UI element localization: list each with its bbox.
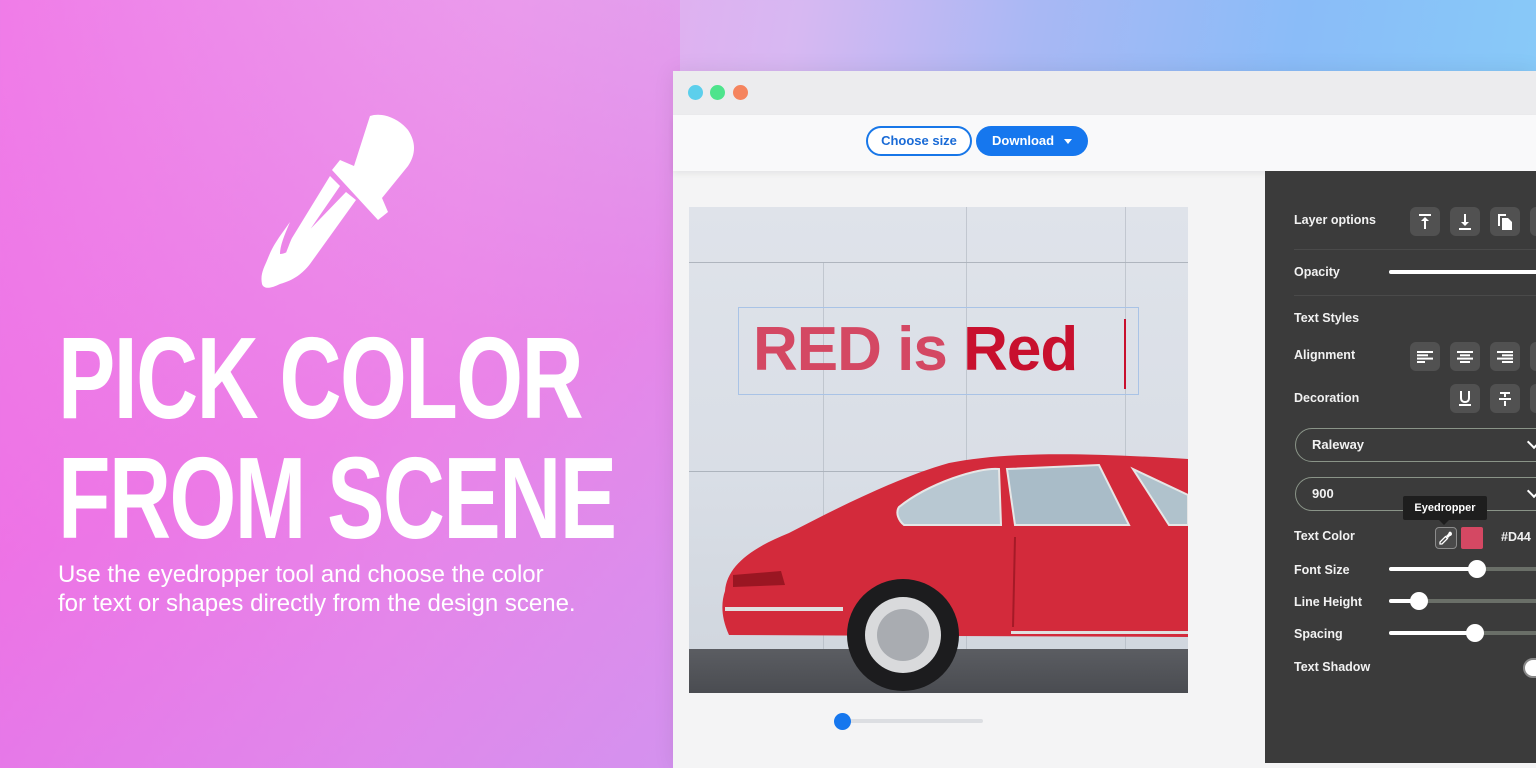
eyedropper-icon <box>250 108 430 298</box>
text-color-label: Text Color <box>1294 529 1355 543</box>
font-size-label: Font Size <box>1294 563 1350 577</box>
duplicate-icon <box>1498 213 1512 230</box>
editor-toolbar: Choose size Download <box>673 115 1536 171</box>
hero-title-line2: FROM SCENE <box>58 433 617 563</box>
text-color-swatch[interactable] <box>1461 527 1483 549</box>
font-size-slider[interactable] <box>1389 560 1536 578</box>
alignment-label: Alignment <box>1294 348 1356 362</box>
eyedropper-icon <box>1439 531 1452 545</box>
layer-options-label: Layer options <box>1294 213 1376 227</box>
spacing-slider-knob[interactable] <box>1466 624 1485 642</box>
line-height-label: Line Height <box>1294 595 1363 609</box>
canvas-zoom-slider[interactable] <box>834 713 983 730</box>
editor-window: Choose size Download RED is Red Layer op… <box>673 71 1536 768</box>
opacity-label: Opacity <box>1294 265 1340 279</box>
caret-down-icon <box>1064 139 1072 144</box>
download-button[interactable]: Download <box>976 126 1088 156</box>
align-center-icon <box>1457 350 1473 363</box>
font-size-slider-fill <box>1389 567 1477 571</box>
font-family-value: Raleway <box>1312 437 1365 452</box>
align-justify-button[interactable] <box>1530 342 1536 371</box>
window-dot-green[interactable] <box>710 85 725 100</box>
divider <box>1294 295 1536 296</box>
align-left-icon <box>1417 350 1433 363</box>
design-text-part2: Red <box>963 315 1078 384</box>
title-bar <box>673 71 1536 115</box>
download-label: Download <box>992 133 1055 148</box>
eyedropper-tooltip: Eyedropper <box>1403 496 1487 525</box>
hero-subtitle-line2: for text or shapes directly from the des… <box>58 590 576 617</box>
design-canvas[interactable]: RED is Red <box>689 207 1188 693</box>
zoom-slider-track <box>835 719 983 723</box>
design-text-layer[interactable]: RED is Red <box>753 311 1078 389</box>
strikethrough-icon <box>1499 391 1511 406</box>
text-shadow-label: Text Shadow <box>1294 660 1371 674</box>
choose-size-button[interactable]: Choose size <box>866 126 972 156</box>
window-dot-blue[interactable] <box>688 85 703 100</box>
text-shadow-toggle[interactable] <box>1523 658 1536 678</box>
align-left-button[interactable] <box>1410 342 1440 371</box>
underline-button[interactable] <box>1450 384 1480 413</box>
send-to-back-button[interactable] <box>1450 207 1480 236</box>
design-text-part1: RED is <box>753 315 964 384</box>
hero-title-line1: PICK COLOR <box>58 313 584 443</box>
chevron-down-icon <box>1526 434 1536 450</box>
text-color-hex[interactable]: #D44 <box>1501 530 1531 544</box>
strikethrough-button[interactable] <box>1490 384 1520 413</box>
duplicate-layer-button[interactable] <box>1490 207 1520 236</box>
text-styles-label: Text Styles <box>1294 311 1360 325</box>
underline-icon <box>1459 391 1471 406</box>
line-height-slider-knob[interactable] <box>1410 592 1429 610</box>
hero-subtitle-line1: Use the eyedropper tool and choose the c… <box>58 561 544 588</box>
opacity-slider[interactable] <box>1389 263 1536 281</box>
line-height-slider[interactable] <box>1389 592 1536 610</box>
decoration-more-button[interactable] <box>1530 384 1536 413</box>
hero-subtitle: Use the eyedropper tool and choose the c… <box>58 560 678 618</box>
hero-title: PICK COLOR FROM SCENE <box>58 313 617 563</box>
text-cursor <box>1124 319 1126 389</box>
font-size-slider-knob[interactable] <box>1468 560 1486 578</box>
layer-option-more-button[interactable] <box>1530 207 1536 236</box>
eyedropper-button[interactable] <box>1435 527 1457 549</box>
bring-to-front-icon <box>1419 213 1431 229</box>
spacing-slider[interactable] <box>1389 624 1536 642</box>
red-car-image <box>722 454 1188 691</box>
align-right-icon <box>1497 350 1513 363</box>
zoom-slider-knob[interactable] <box>834 713 852 730</box>
window-dot-orange[interactable] <box>733 85 748 100</box>
align-right-button[interactable] <box>1490 342 1520 371</box>
decoration-label: Decoration <box>1294 391 1360 405</box>
font-weight-value: 900 <box>1312 486 1334 501</box>
opacity-slider-fill <box>1389 270 1536 274</box>
spacing-slider-fill <box>1389 631 1476 635</box>
send-to-back-icon <box>1459 213 1471 230</box>
font-family-select[interactable]: Raleway <box>1295 428 1536 462</box>
properties-panel: Layer options Opacity Text Styles Alignm… <box>1265 171 1536 763</box>
divider <box>1294 249 1536 250</box>
spacing-label: Spacing <box>1294 627 1343 641</box>
align-center-button[interactable] <box>1450 342 1480 371</box>
chevron-down-icon <box>1526 483 1536 499</box>
bring-to-front-button[interactable] <box>1410 207 1440 236</box>
